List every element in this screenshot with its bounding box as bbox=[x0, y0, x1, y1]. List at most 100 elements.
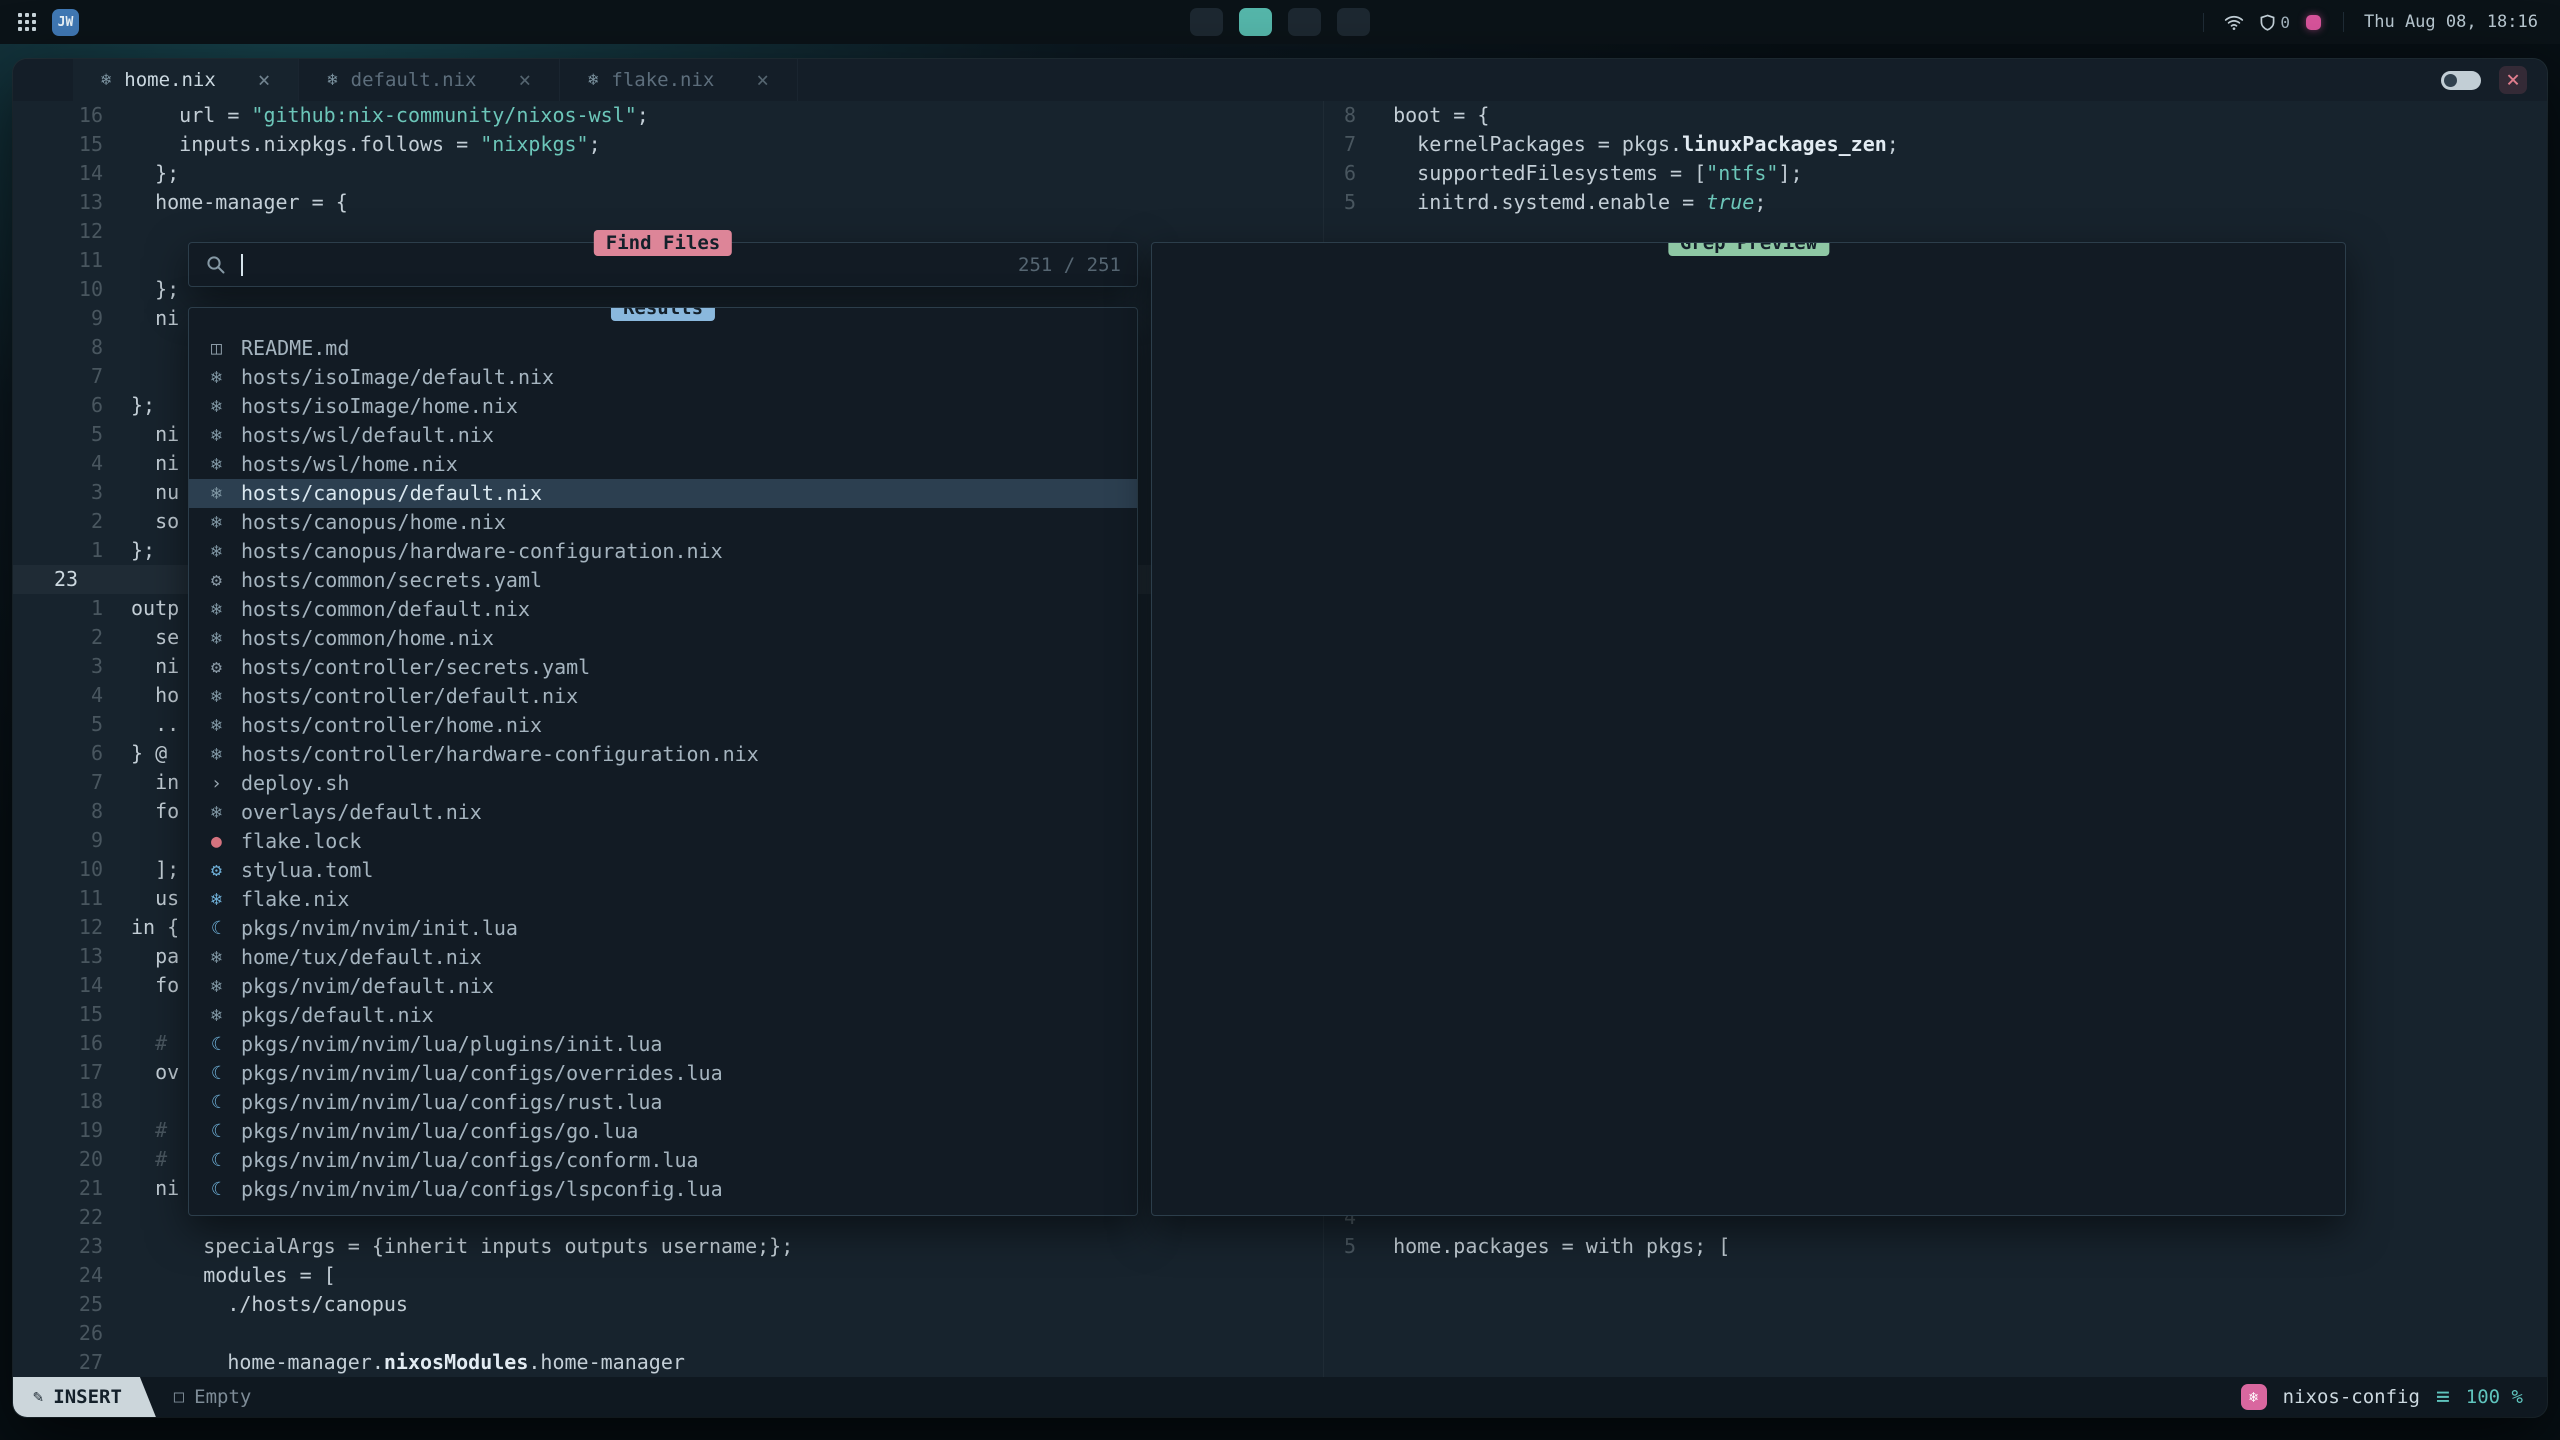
tabs: ❄ home.nix × ❄ default.nix × ❄ flake.nix… bbox=[13, 59, 798, 101]
file-item[interactable]: ❄ overlays/default.nix bbox=[189, 798, 1137, 827]
logo-badge[interactable]: JW bbox=[52, 9, 79, 36]
file-item[interactable]: ☾ pkgs/nvim/nvim/lua/configs/overrides.l… bbox=[189, 1059, 1137, 1088]
editor-area: 16 url = "github:nix-community/nixos-wsl… bbox=[13, 101, 2547, 1377]
file-item[interactable]: ⚙ hosts/controller/secrets.yaml bbox=[189, 653, 1137, 682]
file-item[interactable]: ❄ hosts/canopus/home.nix bbox=[189, 508, 1137, 537]
file-path: pkgs/nvim/nvim/lua/configs/lspconfig.lua bbox=[241, 1175, 723, 1204]
file-type-icon: ❄ bbox=[211, 363, 241, 392]
statusline-left: ✎ INSERT □ Empty bbox=[13, 1377, 251, 1417]
file-item[interactable]: ❄ hosts/canopus/hardware-configuration.n… bbox=[189, 537, 1137, 566]
workspace-button[interactable] bbox=[1190, 8, 1223, 36]
line-number: 13 bbox=[13, 188, 111, 217]
file-item[interactable]: ⚙ hosts/common/secrets.yaml bbox=[189, 566, 1137, 595]
file-path: hosts/canopus/hardware-configuration.nix bbox=[241, 537, 723, 566]
file-path: hosts/common/default.nix bbox=[241, 595, 530, 624]
apps-grid-icon[interactable] bbox=[18, 13, 36, 31]
desktop: JW bbox=[0, 0, 2560, 1440]
file-type-icon: ☾ bbox=[211, 914, 241, 943]
file-item[interactable]: ❄ pkgs/nvim/default.nix bbox=[189, 972, 1137, 1001]
file-type-icon: ❄ bbox=[211, 1001, 241, 1030]
system-bar-left: JW bbox=[18, 0, 79, 44]
code-row: 8 boot = { bbox=[1323, 101, 2547, 130]
buffer-tab[interactable]: ❄ default.nix × bbox=[299, 59, 560, 101]
preview-line bbox=[1164, 625, 2345, 654]
buffer-tab[interactable]: ❄ home.nix × bbox=[73, 59, 299, 101]
file-item[interactable]: ❄ hosts/isoImage/home.nix bbox=[189, 392, 1137, 421]
preview-line bbox=[1164, 1002, 2345, 1031]
workspace-button[interactable] bbox=[1288, 8, 1321, 36]
workspace-button[interactable] bbox=[1337, 8, 1370, 36]
shield-icon[interactable]: 0 bbox=[2260, 13, 2290, 32]
preview-line bbox=[1164, 973, 2345, 1002]
preview-line bbox=[1164, 944, 2345, 973]
preview-code bbox=[1164, 248, 2345, 1205]
search-input[interactable]: Find Files 251 / 251 bbox=[188, 242, 1138, 287]
line-number: 24 bbox=[13, 1261, 111, 1290]
file-item[interactable]: ❄ hosts/canopus/default.nix bbox=[189, 479, 1137, 508]
file-item[interactable]: ❄ hosts/wsl/home.nix bbox=[189, 450, 1137, 479]
file-item[interactable]: ❄ hosts/wsl/default.nix bbox=[189, 421, 1137, 450]
file-item[interactable]: ● flake.lock bbox=[189, 827, 1137, 856]
code-line: fo bbox=[111, 971, 179, 1000]
file-path: flake.nix bbox=[241, 885, 349, 914]
line-number: 14 bbox=[13, 159, 111, 188]
file-item[interactable]: ☾ pkgs/nvim/nvim/lua/configs/conform.lua bbox=[189, 1146, 1137, 1175]
buffer-tab[interactable]: ❄ flake.nix × bbox=[560, 59, 798, 101]
tab-close-icon[interactable]: × bbox=[519, 68, 532, 92]
file-type-icon: ❄ bbox=[211, 537, 241, 566]
file-item[interactable]: ❄ hosts/controller/hardware-configuratio… bbox=[189, 740, 1137, 769]
tab-close-icon[interactable]: × bbox=[258, 68, 271, 92]
file-item[interactable]: ⚙ stylua.toml bbox=[189, 856, 1137, 885]
file-path: hosts/common/secrets.yaml bbox=[241, 566, 542, 595]
code-line: }; bbox=[111, 275, 179, 304]
file-path: pkgs/default.nix bbox=[241, 1001, 434, 1030]
code-line: ni bbox=[111, 652, 179, 681]
file-item[interactable]: › deploy.sh bbox=[189, 769, 1137, 798]
file-item[interactable]: ☾ pkgs/nvim/nvim/lua/plugins/init.lua bbox=[189, 1030, 1137, 1059]
preview-line bbox=[1164, 422, 2345, 451]
file-type-icon: ⚙ bbox=[211, 856, 241, 885]
file-item[interactable]: ❄ pkgs/default.nix bbox=[189, 1001, 1137, 1030]
file-item[interactable]: ❄ hosts/common/default.nix bbox=[189, 595, 1137, 624]
buffer-name: □ Empty bbox=[174, 1386, 251, 1408]
tab-close-icon[interactable]: × bbox=[756, 68, 769, 92]
code-line: initrd.systemd.enable = true; bbox=[1369, 188, 1766, 217]
line-number: 21 bbox=[13, 1174, 111, 1203]
file-item[interactable]: ◫ README.md bbox=[189, 334, 1137, 363]
file-type-icon: ❄ bbox=[211, 624, 241, 653]
file-type-icon: ❄ bbox=[211, 740, 241, 769]
code-line: in { bbox=[111, 913, 179, 942]
preview-line bbox=[1164, 828, 2345, 857]
code-line bbox=[111, 1203, 131, 1232]
file-type-icon: ❄ bbox=[211, 943, 241, 972]
file-item[interactable]: ❄ hosts/controller/default.nix bbox=[189, 682, 1137, 711]
nix-file-icon: ❄ bbox=[327, 70, 337, 90]
line-number: 5 bbox=[1323, 188, 1369, 217]
wifi-icon[interactable] bbox=[2224, 14, 2244, 31]
workspace-button[interactable] bbox=[1239, 8, 1272, 36]
file-item[interactable]: ❄ hosts/common/home.nix bbox=[189, 624, 1137, 653]
file-item[interactable]: ❄ home/tux/default.nix bbox=[189, 943, 1137, 972]
file-item[interactable]: ❄ hosts/isoImage/default.nix bbox=[189, 363, 1137, 392]
code-line: ./hosts/canopus bbox=[111, 1290, 408, 1319]
preview-line bbox=[1164, 654, 2345, 683]
file-type-icon: ☾ bbox=[211, 1059, 241, 1088]
file-item[interactable]: ❄ hosts/controller/home.nix bbox=[189, 711, 1137, 740]
file-type-icon: › bbox=[211, 769, 241, 798]
file-item[interactable]: ☾ pkgs/nvim/nvim/init.lua bbox=[189, 914, 1137, 943]
code-line: home.packages = with pkgs; [ bbox=[1369, 1232, 1730, 1261]
preview-line bbox=[1164, 857, 2345, 886]
file-item[interactable]: ❄ flake.nix bbox=[189, 885, 1137, 914]
code-line: ni bbox=[111, 1174, 179, 1203]
recorder-icon[interactable] bbox=[2306, 15, 2321, 30]
line-number: 6 bbox=[1323, 159, 1369, 188]
preview-line bbox=[1164, 509, 2345, 538]
window-close-icon[interactable]: × bbox=[2499, 66, 2527, 94]
code-line: url = "github:nix-community/nixos-wsl"; bbox=[111, 101, 649, 130]
line-number: 14 bbox=[13, 971, 111, 1000]
toggle-pill-icon[interactable] bbox=[2441, 71, 2481, 90]
file-item[interactable]: ☾ pkgs/nvim/nvim/lua/configs/rust.lua bbox=[189, 1088, 1137, 1117]
file-item[interactable]: ☾ pkgs/nvim/nvim/lua/configs/go.lua bbox=[189, 1117, 1137, 1146]
file-type-icon: ☾ bbox=[211, 1088, 241, 1117]
file-item[interactable]: ☾ pkgs/nvim/nvim/lua/configs/lspconfig.l… bbox=[189, 1175, 1137, 1204]
